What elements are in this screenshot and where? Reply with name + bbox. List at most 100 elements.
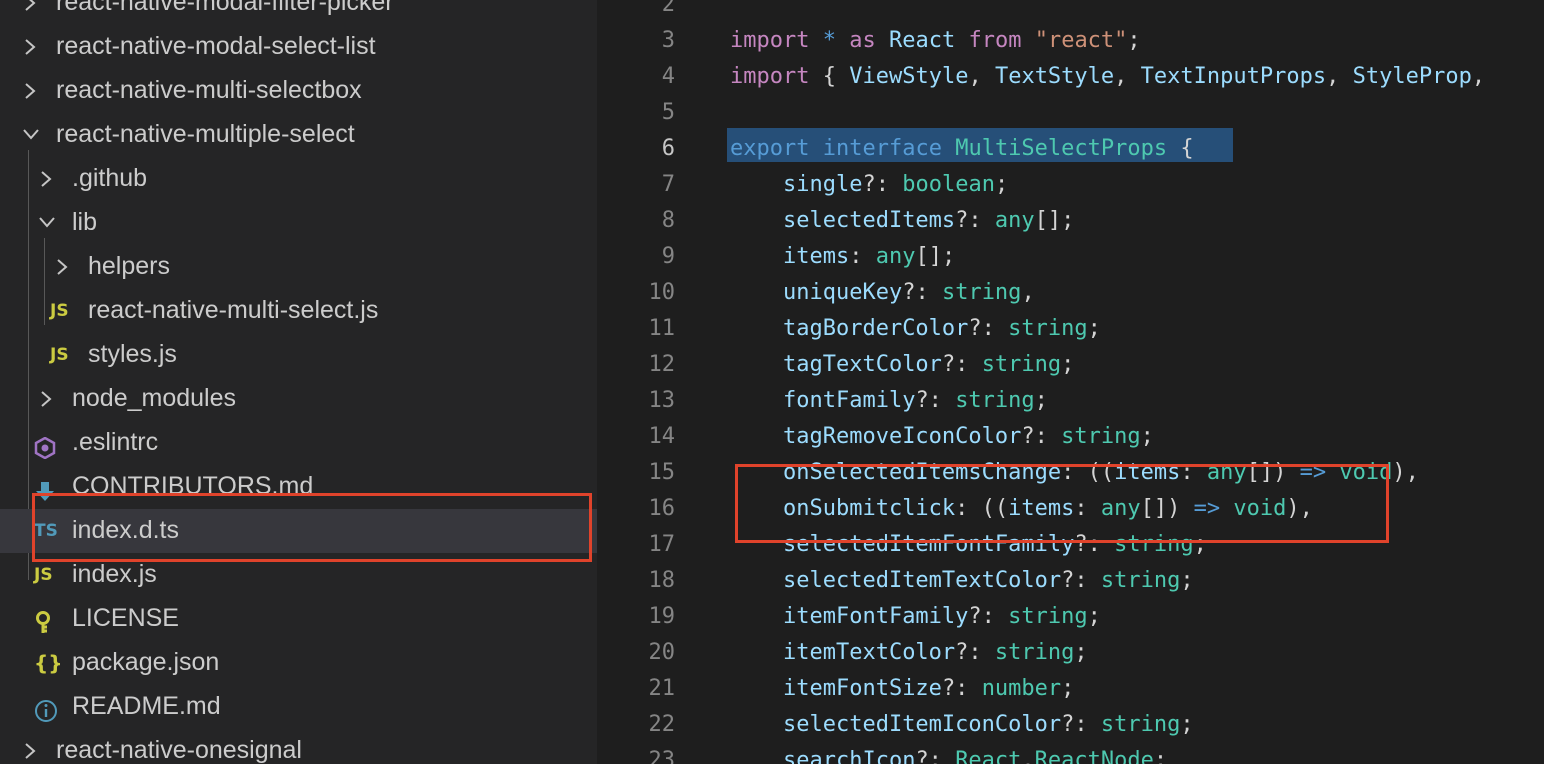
code-token: string (1100, 712, 1181, 737)
folder-item[interactable]: react-native-onesignal (0, 729, 597, 764)
line-number: 20 (648, 640, 676, 665)
chevron-right-icon[interactable] (22, 69, 42, 113)
explorer-sidebar: react-native-modal-filter-picker react-na… (0, 0, 597, 764)
tree-item-label: react-native-modal-filter-picker (56, 0, 394, 16)
code-token: ?: (902, 280, 942, 305)
code-line[interactable]: tagRemoveIconColor?: string; (730, 419, 1154, 455)
code-token: ; (994, 172, 1009, 197)
code-line[interactable]: selectedItemIconColor?: string; (730, 707, 1194, 743)
tree-item-label: react-native-onesignal (56, 736, 302, 764)
chevron-right-icon[interactable] (38, 157, 58, 201)
code-line[interactable]: tagTextColor?: string; (730, 347, 1074, 383)
code-token: ?: (955, 208, 995, 233)
file-item[interactable]: JS react-native-multi-select.js (0, 289, 597, 333)
chevron-down-icon[interactable] (38, 201, 58, 245)
code-token: "react" (1034, 28, 1128, 53)
code-line[interactable]: searchIcon?: React.ReactNode; (730, 743, 1167, 764)
folder-item[interactable]: react-native-multiple-select (0, 113, 597, 157)
code-token: import (730, 28, 810, 53)
code-line[interactable]: selectedItems?: any[]; (730, 203, 1074, 239)
code-token: ?: (941, 676, 982, 701)
code-token: string (994, 640, 1075, 665)
chevron-right-icon[interactable] (22, 0, 42, 25)
file-item[interactable]: README.md (0, 685, 597, 729)
chevron-right-icon[interactable] (54, 245, 74, 289)
line-number: 23 (648, 748, 676, 764)
file-item[interactable]: LICENSE (0, 597, 597, 641)
code-token: , (1326, 64, 1353, 89)
code-token: selectedItemTextColor (782, 568, 1062, 593)
code-editor[interactable]: 2 3 4 5 6 7 8 9 10 11 12 13 14 15 16 17 18 19 20 21 22 23 imp… (597, 0, 1544, 764)
code-token: ?: (941, 352, 982, 377)
code-line[interactable]: itemFontSize?: number; (730, 671, 1074, 707)
folder-item[interactable]: node_modules (0, 377, 597, 421)
code-token: any (875, 244, 916, 269)
code-line[interactable]: fontFamily?: string; (730, 383, 1048, 419)
code-token: MultiSelectProps (955, 136, 1168, 161)
code-token: ; (1061, 352, 1075, 377)
code-line[interactable]: tagBorderColor?: string; (730, 311, 1101, 347)
file-item[interactable]: {} package.json (0, 641, 597, 685)
tree-item-label: lib (72, 208, 98, 236)
code-line[interactable]: itemTextColor?: string; (730, 635, 1088, 671)
code-line[interactable]: items: any[]; (730, 239, 955, 275)
folder-item[interactable]: react-native-modal-filter-picker (0, 0, 597, 25)
code-token: { (1167, 136, 1194, 161)
code-token: StyleProp (1352, 64, 1472, 89)
code-token: ?: (1061, 712, 1101, 737)
folder-item[interactable]: .github (0, 157, 597, 201)
code-token: string (981, 352, 1062, 377)
code-line[interactable]: import * as React from "react"; (730, 23, 1141, 59)
annotation-box-file (32, 493, 592, 562)
code-token: , (968, 64, 995, 89)
folder-item[interactable]: helpers (0, 245, 597, 289)
code-line[interactable]: export interface MultiSelectProps { (730, 131, 1194, 167)
line-number: 21 (648, 676, 676, 701)
line-number: 22 (648, 712, 676, 737)
line-number: 4 (661, 64, 675, 89)
code-line[interactable]: single?: boolean; (730, 167, 1008, 203)
folder-item[interactable]: lib (0, 201, 597, 245)
code-token: ?: (1021, 424, 1062, 449)
code-line[interactable]: itemFontFamily?: string; (730, 599, 1101, 635)
code-token: React (955, 748, 1022, 764)
folder-item[interactable]: react-native-multi-selectbox (0, 69, 597, 113)
file-item[interactable]: JS styles.js (0, 333, 597, 377)
chevron-right-icon[interactable] (38, 377, 58, 421)
tree-item-label: README.md (72, 692, 221, 720)
line-number: 19 (648, 604, 676, 629)
line-number: 5 (661, 100, 675, 125)
tree-item-label: react-native-multi-select.js (88, 296, 379, 324)
line-number: 11 (648, 316, 676, 341)
code-line[interactable]: import { ViewStyle, TextStyle, TextInput… (730, 59, 1485, 95)
code-token: tagRemoveIconColor (782, 424, 1022, 449)
line-number: 12 (648, 352, 676, 377)
code-token: ViewStyle (849, 64, 969, 89)
code-token: interface (822, 136, 942, 161)
chevron-right-icon[interactable] (22, 729, 42, 764)
javascript-icon: JS (50, 301, 69, 321)
code-line[interactable]: uniqueKey?: string, (730, 275, 1035, 311)
file-item[interactable]: .eslintrc (0, 421, 597, 465)
chevron-down-icon[interactable] (22, 113, 42, 157)
chevron-right-icon[interactable] (22, 25, 42, 69)
code-line[interactable]: selectedItemTextColor?: string; (730, 563, 1194, 599)
line-number: 13 (648, 388, 676, 413)
tree-item-label: react-native-multiple-select (56, 120, 355, 148)
line-number: 18 (648, 568, 676, 593)
code-token: uniqueKey (782, 280, 903, 305)
code-token: ; (1074, 640, 1088, 665)
folder-item[interactable]: react-native-modal-select-list (0, 25, 597, 69)
code-token: string (1061, 424, 1141, 449)
code-token: ReactNode (1034, 748, 1154, 764)
